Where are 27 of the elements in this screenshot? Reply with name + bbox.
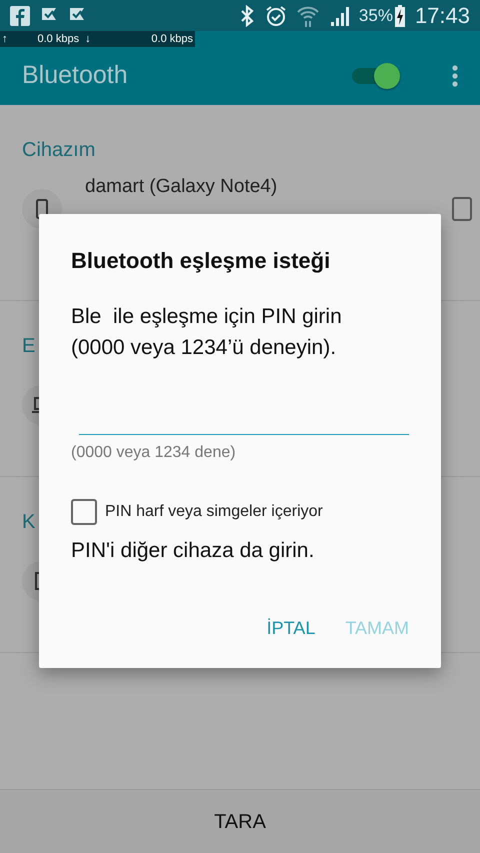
clock: 17:43 [414, 2, 470, 30]
down-arrow: ↓ [85, 32, 91, 47]
device-settings-icon[interactable] [452, 197, 472, 221]
dialog-title: Bluetooth eşleşme isteği [71, 248, 332, 274]
battery-charging-icon [394, 4, 405, 26]
battery-percent: 35% [358, 4, 393, 27]
letters-checkbox[interactable] [71, 499, 97, 526]
dialog-note: PIN'i diğer cihaza da girin. [71, 538, 316, 564]
screen-title: Bluetooth [22, 60, 128, 92]
section-header: K [22, 510, 36, 535]
pin-hint: (0000 veya 1234 dene) [71, 443, 237, 464]
bluetooth-icon [238, 4, 255, 26]
wifi-icon [296, 4, 319, 26]
up-arrow: ↑ [2, 32, 8, 47]
device-name[interactable]: damart (Galaxy Note4) [85, 177, 278, 198]
dialog-message: Ble ile eşleşme için PIN girin (0000 veya 1234’ü deneyin). [71, 304, 343, 361]
download-speed: 0.0 kbps [151, 32, 193, 47]
more-options-icon[interactable] [452, 65, 458, 87]
upload-speed: 0.0 kbps [38, 32, 80, 47]
scan-button[interactable]: TARA [204, 802, 276, 840]
facebook-icon [10, 6, 30, 26]
section-header: Cihazım [22, 138, 96, 163]
section-header: E [22, 334, 36, 359]
signal-icon [328, 6, 349, 26]
bluetooth-switch[interactable] [352, 63, 402, 89]
checkbox-label[interactable]: PIN harf veya simgeler içeriyor [105, 500, 323, 524]
alarm-clock-icon [264, 4, 287, 26]
